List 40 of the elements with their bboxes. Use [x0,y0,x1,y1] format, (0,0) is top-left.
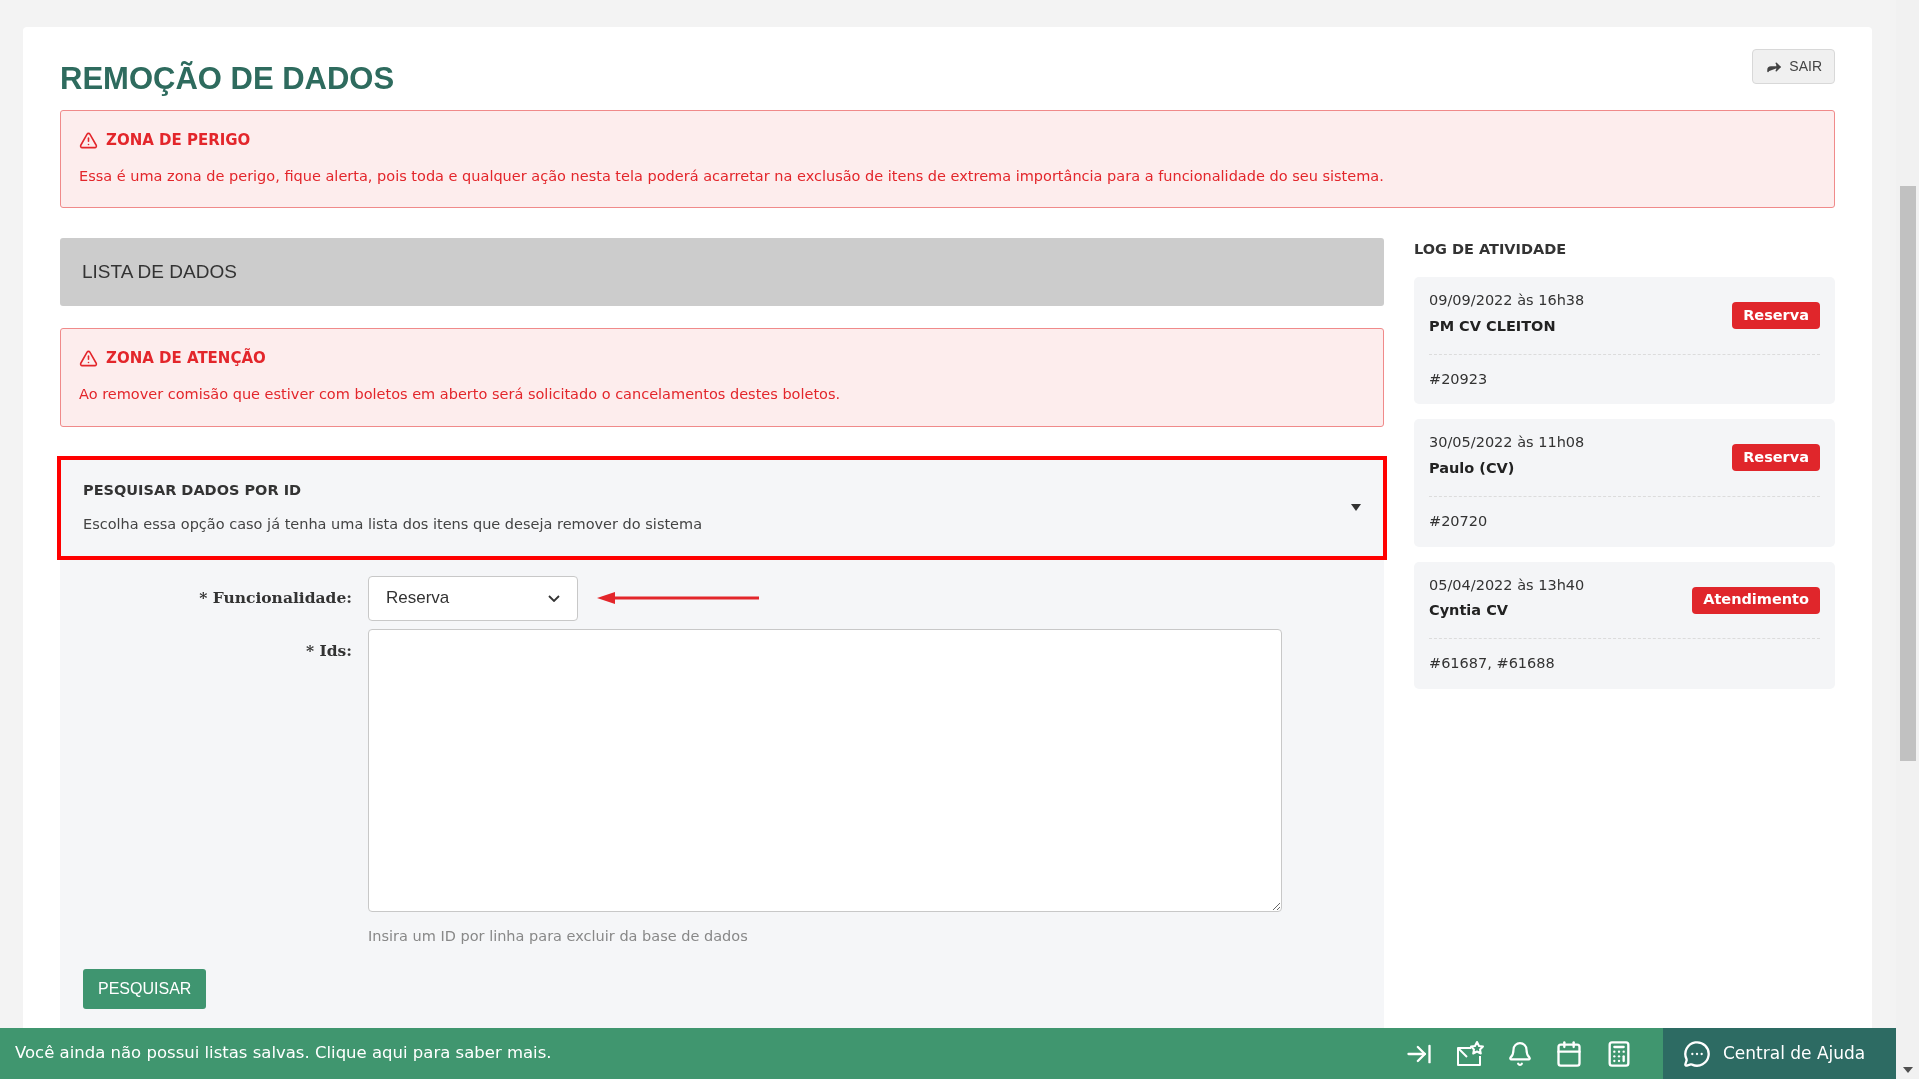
search-panel-header[interactable]: PESQUISAR DADOS POR ID Escolha essa opção caso já tenha uma lista dos itens que deseja remover do sistema [57,455,1387,560]
field-hint: Insira um ID por linha para excluir da base de dados [368,926,749,946]
log-ids: #61687, #61688 [1429,654,1556,673]
alert-title: ZONA DE ATENÇÃO [106,347,266,370]
help-button[interactable]: Central de Ajuda [1663,1028,1896,1079]
tag: Reserva [1732,302,1820,329]
scrollbar-thumb[interactable] [1899,186,1916,761]
bell-icon[interactable] [1507,1040,1533,1067]
panel-title: PESQUISAR DADOS POR ID [83,480,303,500]
calendar-icon[interactable] [1555,1039,1583,1068]
section-header: LISTA DE DADOS [60,238,1384,307]
tag: Reserva [1732,444,1820,472]
tag: Atendimento [1692,586,1820,614]
warning-icon [79,130,98,150]
chevron-down-icon [548,594,560,602]
functionality-select[interactable]: Reserva [368,575,578,621]
field-label: * Ids: [304,639,353,662]
exit-button[interactable]: SAIR [1752,49,1835,84]
panel-subtitle: Escolha essa opção caso já tenha uma lista dos itens que deseja remover do sistema [83,514,703,534]
alert-text: Ao remover comisão que estiver com boletos em aberto será solicitado o cancelamentos destes boletos. [79,384,842,404]
search-button[interactable]: PESQUISAR [83,969,207,1010]
mail-star-icon[interactable] [1455,1039,1485,1068]
log-user: PM CV CLEITON [1429,316,1557,336]
info-link[interactable]: Você ainda não possui listas salvas. Clique aqui para saber mais. [0,1041,1405,1066]
field-label: * Funcionalidade: [198,587,353,610]
caret-icon [1351,504,1361,511]
log-date: 09/09/2022 às 16h38 [1429,291,1585,310]
alert-text: Essa é uma zona de perigo, fique alerta, pois toda e qualquer ação nesta tela poderá acarretar na exclusão de itens de extrema importância para a funcionalidade do seu sistema. [79,166,1385,186]
page-title: REMOÇÃO DE DADOS [60,63,395,94]
chat-bubble-icon [1683,1039,1711,1068]
log-user: Cyntia CV [1429,601,1509,621]
log-date: 05/04/2022 às 13h40 [1429,575,1585,595]
log-date: 30/05/2022 às 11h08 [1429,433,1585,453]
log-title: LOG DE ATIVIDADE [1414,240,1568,260]
scroll-down-arrow-icon[interactable] [1902,1067,1913,1073]
alert-title: ZONA DE PERIGO [106,130,251,151]
warning-icon [79,349,98,368]
log-ids: #20720 [1429,511,1489,531]
log-ids: #20923 [1429,369,1489,389]
log-user: Paulo (CV) [1429,459,1516,478]
